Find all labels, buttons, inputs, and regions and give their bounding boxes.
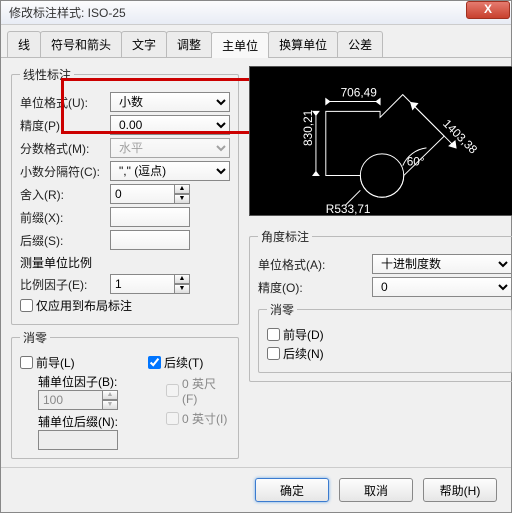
leading-checkbox[interactable] (20, 356, 33, 369)
tab-text[interactable]: 文字 (121, 31, 167, 57)
window-title: 修改标注样式: ISO-25 (5, 4, 507, 21)
scale-legend: 测量单位比例 (20, 254, 230, 271)
suffix-input[interactable] (110, 230, 190, 250)
tab-primary-units[interactable]: 主单位 (211, 32, 269, 58)
layout-only-checkbox[interactable] (20, 299, 33, 312)
tab-fit[interactable]: 调整 (166, 31, 212, 57)
decimal-sep-label: 小数分隔符(C): (20, 163, 106, 180)
tab-lines[interactable]: 线 (7, 31, 41, 57)
tab-strip: 线 符号和箭头 文字 调整 主单位 换算单位 公差 (1, 25, 511, 58)
titlebar: 修改标注样式: ISO-25 X (1, 1, 511, 25)
ang-unit-format-select[interactable]: 十进制度数 (372, 254, 512, 274)
zero-l-legend: 消零 (20, 329, 50, 346)
scale-subgroup: 测量单位比例 比例因子(E): ▲▼ 仅应用到布局标注 (20, 254, 230, 314)
scale-down[interactable]: ▼ (174, 284, 190, 294)
zero-angular-group: 消零 前导(D) 后续(N) (258, 301, 512, 373)
suffix-label: 后缀(S): (20, 232, 106, 249)
dim-diag: 1403,38 (440, 116, 480, 156)
sub-factor-label: 辅单位因子(B): (38, 373, 118, 390)
roundoff-up[interactable]: ▲ (174, 184, 190, 194)
tab-tolerance[interactable]: 公差 (337, 31, 383, 57)
feet-checkbox (166, 384, 179, 397)
close-button[interactable]: X (466, 1, 510, 19)
feet-label: 0 英尺(F) (182, 375, 230, 406)
sub-factor-input (38, 390, 102, 410)
fraction-format-select: 水平 (110, 138, 230, 158)
sub-factor-down: ▼ (102, 400, 118, 410)
ang-precision-label: 精度(O): (258, 279, 368, 296)
linear-dim-group: 线性标注 单位格式(U): 小数 精度(P): 0.00 分数格式(M): 水平… (11, 66, 239, 325)
trailing-label: 后续(T) (164, 354, 203, 371)
fraction-format-label: 分数格式(M): (20, 140, 106, 157)
scale-up[interactable]: ▲ (174, 274, 190, 284)
unit-format-label: 单位格式(U): (20, 94, 106, 111)
cancel-button[interactable]: 取消 (339, 478, 413, 502)
zero-linear-group: 消零 前导(L) 辅单位因子(B): ▲▼ 辅单位后缀(N): (11, 329, 239, 459)
help-button[interactable]: 帮助(H) (423, 478, 497, 502)
precision-label: 精度(P): (20, 117, 106, 134)
dim-radius: R533,71 (326, 202, 371, 215)
sub-factor-up: ▲ (102, 390, 118, 400)
scale-factor-label: 比例因子(E): (20, 276, 106, 293)
dim-left: 830,21 (301, 110, 315, 146)
layout-only-label: 仅应用到布局标注 (36, 297, 132, 314)
ang-leading-checkbox[interactable] (267, 328, 280, 341)
tab-symbols[interactable]: 符号和箭头 (40, 31, 122, 57)
ok-button[interactable]: 确定 (255, 478, 329, 502)
zero-a-legend: 消零 (267, 301, 297, 318)
button-bar: 确定 取消 帮助(H) (1, 467, 511, 512)
precision-select[interactable]: 0.00 (110, 115, 230, 135)
ang-leading-label: 前导(D) (283, 326, 324, 343)
roundoff-down[interactable]: ▼ (174, 194, 190, 204)
ang-trailing-label: 后续(N) (283, 345, 324, 362)
sub-suffix-label: 辅单位后缀(N): (38, 413, 118, 430)
leading-label: 前导(L) (36, 354, 75, 371)
angular-dim-group: 角度标注 单位格式(A): 十进制度数 精度(O): 0 消零 前导(D) 后续… (249, 228, 512, 382)
preview-pane: 706,49 830,21 1403,38 R533,71 60° (249, 66, 512, 216)
roundoff-label: 舍入(R): (20, 186, 106, 203)
ang-trailing-checkbox[interactable] (267, 347, 280, 360)
linear-legend: 线性标注 (20, 66, 74, 83)
ang-precision-select[interactable]: 0 (372, 277, 512, 297)
dim-angle: 60° (407, 155, 425, 169)
trailing-checkbox[interactable] (148, 356, 161, 369)
inches-checkbox (166, 412, 179, 425)
prefix-input[interactable] (110, 207, 190, 227)
tab-alt-units[interactable]: 换算单位 (268, 31, 338, 57)
angular-legend: 角度标注 (258, 228, 312, 245)
decimal-sep-select[interactable]: "," (逗点) (110, 161, 230, 181)
ang-unit-format-label: 单位格式(A): (258, 256, 368, 273)
scale-factor-input[interactable] (110, 274, 174, 294)
roundoff-input[interactable] (110, 184, 174, 204)
unit-format-select[interactable]: 小数 (110, 92, 230, 112)
prefix-label: 前缀(X): (20, 209, 106, 226)
inches-label: 0 英寸(I) (182, 410, 227, 427)
dim-top: 706,49 (341, 86, 378, 100)
sub-suffix-input (38, 430, 118, 450)
